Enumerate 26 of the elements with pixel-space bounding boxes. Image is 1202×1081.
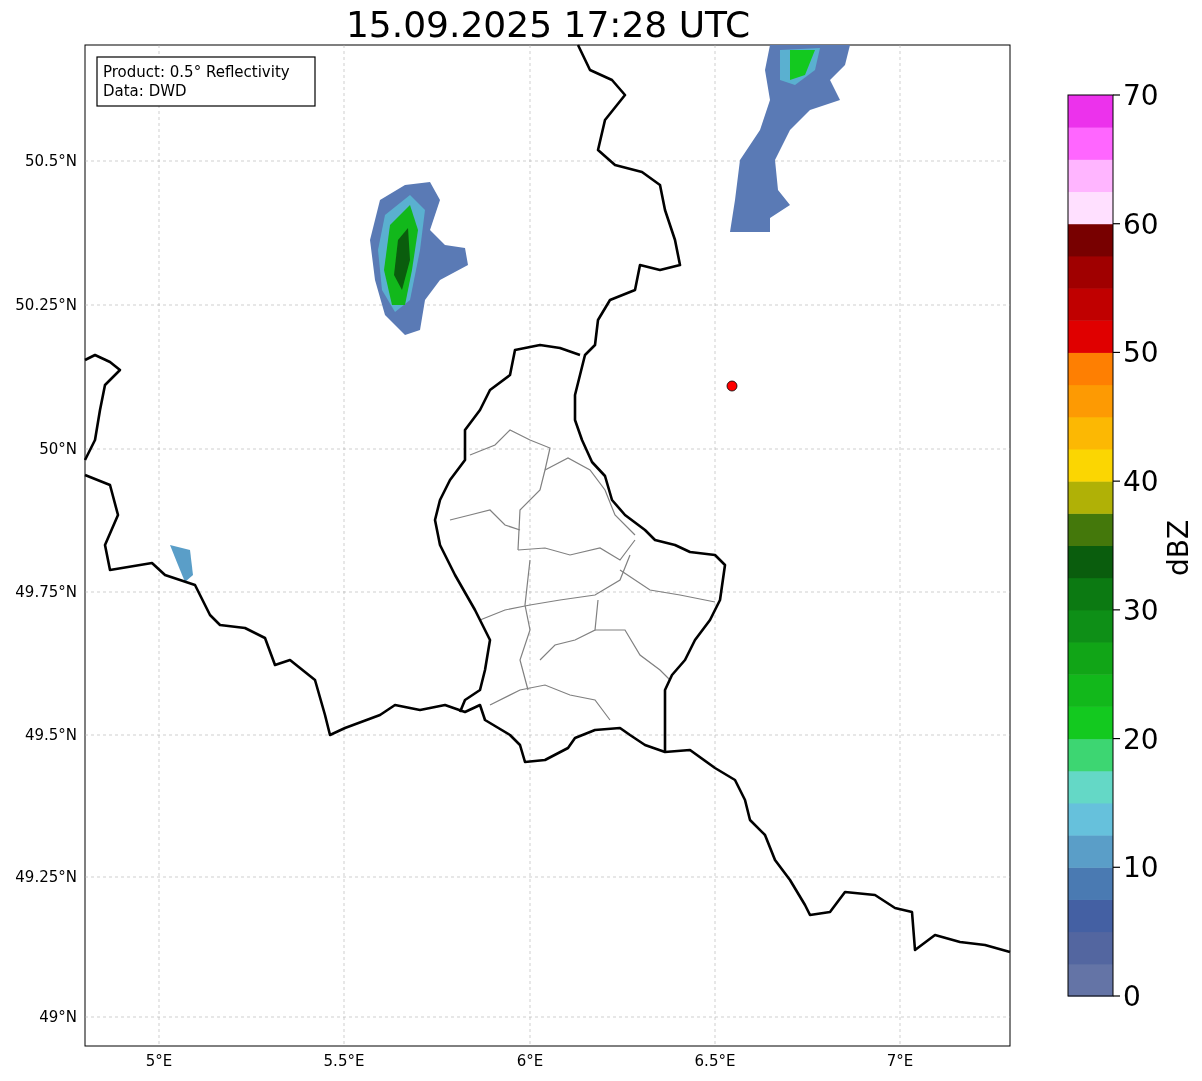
- axis-tick-label: 6°E: [516, 1052, 544, 1070]
- colorbar-tick-label: 40: [1123, 465, 1159, 499]
- radar-echo: [170, 545, 193, 582]
- info-text: Data: DWD: [103, 82, 187, 100]
- axis-tick-label: 49.75°N: [15, 583, 77, 601]
- axis-tick-label: 7°E: [886, 1052, 914, 1070]
- axis-tick-label: 5.5°E: [323, 1052, 365, 1070]
- axis-tick-label: 49.25°N: [15, 868, 77, 886]
- colorbar-tick-label: 50: [1123, 336, 1159, 370]
- location-marker: [726, 380, 738, 392]
- axis-tick-label: 50.25°N: [15, 296, 77, 314]
- axis-tick-label: 6.5°E: [694, 1052, 736, 1070]
- axis-tick-label: 50°N: [39, 440, 77, 458]
- colorbar-tick-label: 0: [1123, 980, 1141, 1013]
- figure-title: 15.09.2025 17:28 UTC: [345, 4, 751, 45]
- axis-tick-label: 49°N: [39, 1008, 77, 1026]
- colorbar-tick-label: 70: [1123, 79, 1159, 112]
- colorbar-label: dBZ: [1162, 519, 1195, 577]
- colorbar-tick-label: 10: [1123, 851, 1159, 885]
- colorbar-tick-label: 30: [1123, 593, 1159, 627]
- colorbar-tick-label: 20: [1123, 722, 1159, 756]
- axis-tick-label: 5°E: [145, 1052, 173, 1070]
- colorbar-tick-label: 60: [1123, 207, 1159, 241]
- axis-tick-label: 50.5°N: [24, 152, 77, 170]
- axis-tick-label: 49.5°N: [24, 726, 77, 744]
- info-text: Product: 0.5° Reflectivity: [103, 63, 290, 81]
